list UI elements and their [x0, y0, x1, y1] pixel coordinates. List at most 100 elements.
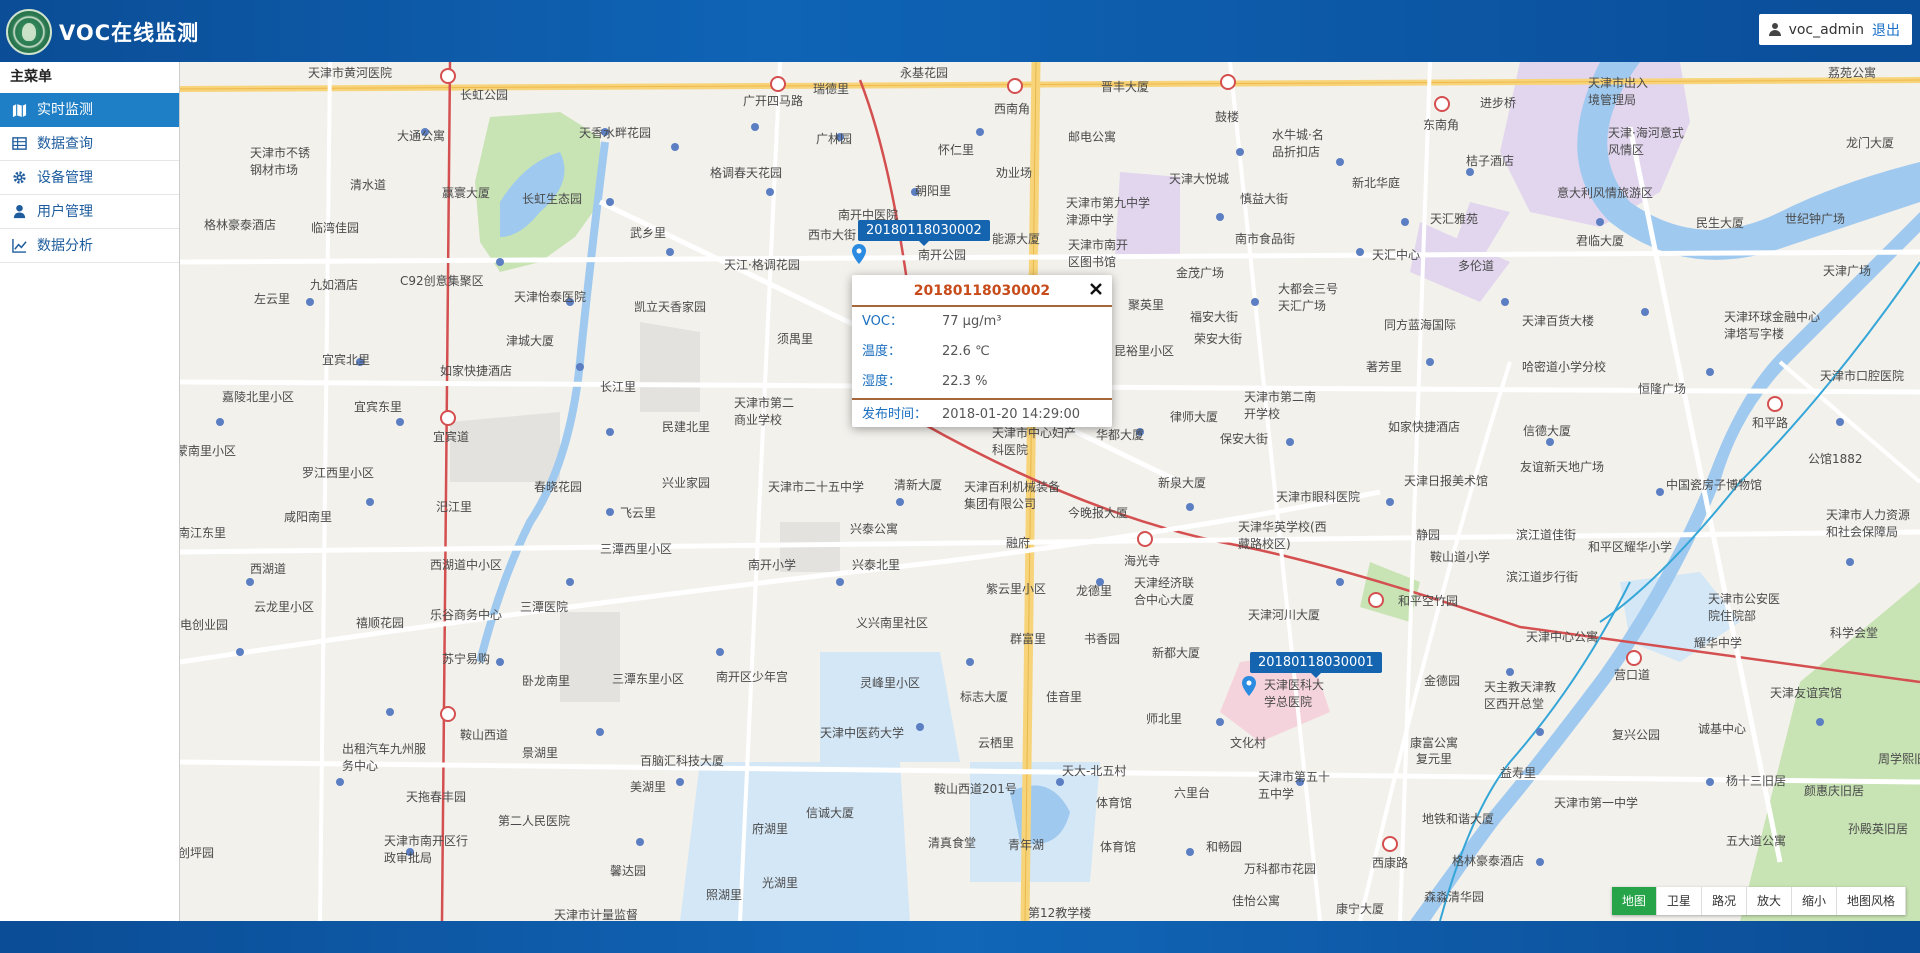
satellite-button[interactable]: 卫星	[1656, 887, 1702, 915]
map-label: 水牛城·名品折扣店	[1272, 128, 1324, 159]
map-label: 天津市黄河医院	[308, 66, 393, 80]
map-label: 中国瓷房子博物馆	[1666, 478, 1763, 492]
map-label: 三潭西里小区	[600, 542, 673, 556]
map-label: 万科都市花园	[1244, 862, 1317, 876]
map-label: 诚基中心	[1698, 722, 1747, 736]
device-marker-label[interactable]: 20180118030001	[1250, 652, 1382, 678]
map-label: 君临大厦	[1576, 234, 1625, 248]
map-label: 天津中心公寓	[1526, 630, 1599, 644]
map-label: 西康路	[1372, 856, 1409, 870]
map-label: 地铁和谐大厦	[1422, 812, 1495, 826]
sidebar-item-data-query[interactable]: 数据查询	[0, 127, 179, 161]
location-pin-icon[interactable]	[852, 244, 866, 264]
map-label: 金德园	[1424, 674, 1461, 688]
map-label: 怀仁里	[938, 143, 975, 157]
map-label: 义兴南里社区	[856, 616, 929, 630]
map-label: 和平路	[1752, 416, 1789, 430]
popup-row-publish-time: 发布时间： 2018-01-20 14:29:00	[852, 398, 1112, 428]
map-label: 慎益大街	[1240, 192, 1289, 206]
map-label: 兴业家园	[662, 476, 711, 490]
map-label: 天津市南开区行政审批局	[384, 834, 469, 865]
map-label: 天香水畔花园	[579, 126, 652, 140]
device-info-popup: 20180118030002 VOC： 77 μg/m³ 温度： 22.6 ℃ …	[852, 275, 1112, 427]
sidebar-item-data-analysis[interactable]: 数据分析	[0, 229, 179, 263]
map-label: 西湖道	[250, 562, 287, 576]
map-label: 鞍山道小学	[1430, 550, 1491, 564]
user-icon	[13, 204, 26, 219]
map-label: 鞍山西道201号	[934, 782, 1017, 796]
sidebar-item-user-management[interactable]: 用户管理	[0, 195, 179, 229]
close-icon[interactable]	[1088, 281, 1104, 297]
zoom-in-button[interactable]: 放大	[1746, 887, 1792, 915]
traffic-button[interactable]: 路况	[1701, 887, 1747, 915]
map-label: 苏宁易购	[442, 652, 491, 666]
map-label: 同方蓝海国际	[1384, 318, 1457, 332]
map-label: 南市食品街	[1235, 232, 1296, 246]
map-label: 天拖春丰园	[406, 790, 467, 804]
map-view[interactable]: 天津市黄河医院 长虹公园 广开四马路 瑞德里 永基花园 西南角 晋丰大厦 鼓楼 …	[180, 62, 1920, 921]
map-label: 大都会三号天汇广场	[1278, 282, 1339, 313]
sidebar-item-label: 用户管理	[37, 203, 93, 220]
map-label: 五大道公寓	[1726, 834, 1787, 848]
map-label: 格调春天花园	[710, 166, 783, 180]
map-label: 鼓楼	[1215, 110, 1240, 124]
zoom-out-button[interactable]: 缩小	[1791, 887, 1837, 915]
map-label: 天津市南开区图书馆	[1068, 238, 1129, 269]
map-label: 佳音里	[1046, 690, 1083, 704]
map-label: 罗江西里小区	[302, 466, 375, 480]
map-label: 景湖里	[522, 746, 559, 760]
map-label: 天津环球金融中心津塔写字楼	[1724, 310, 1821, 341]
map-label: 三潭医院	[520, 600, 569, 614]
map-label: 康富公寓	[1410, 736, 1459, 750]
map-label: 临湾佳园	[311, 221, 360, 235]
map-label: 静园	[1416, 528, 1441, 542]
map-label: 鞍山西道	[460, 728, 509, 742]
sidebar-item-device-management[interactable]: 设备管理	[0, 161, 179, 195]
map-label: 长江里	[600, 380, 637, 394]
map-label: 恒隆广场	[1638, 382, 1687, 396]
map-label: 福安大街	[1190, 310, 1239, 324]
map-label: 体育馆	[1096, 796, 1133, 810]
popup-row-voc: VOC： 77 μg/m³	[852, 307, 1112, 337]
popup-value: 22.6 ℃	[942, 344, 990, 359]
user-icon	[1768, 23, 1781, 36]
map-label: 新北华庭	[1352, 176, 1401, 190]
map-label: 乐谷商务中心	[430, 608, 503, 622]
location-pin-icon[interactable]	[1242, 676, 1256, 696]
table-icon	[12, 137, 27, 150]
map-label: 和平空竹园	[1398, 594, 1459, 608]
popup-value: 22.3 %	[942, 374, 988, 389]
map-label: 融府	[1006, 536, 1031, 550]
map-label: 天汇雅苑	[1430, 212, 1479, 226]
map-label: 天津市口腔医院	[1820, 369, 1905, 383]
map-icon	[12, 103, 27, 117]
map-label: 凯立天香家园	[634, 300, 707, 314]
map-label: 武乡里	[630, 226, 667, 240]
map-label: 天津市第二商业学校	[734, 396, 795, 427]
map-label: 格林豪泰酒店	[1452, 854, 1525, 868]
username: voc_admin	[1788, 21, 1864, 38]
map-label: 颜惠庆旧居	[1804, 784, 1865, 798]
map-label: 兴泰公寓	[850, 522, 899, 536]
map-label: 新都大厦	[1152, 646, 1201, 660]
map-label: 天津市出入境管理局	[1588, 76, 1649, 107]
device-marker-label[interactable]: 20180118030002	[858, 220, 990, 246]
map-label: 馨达园	[610, 864, 647, 878]
map-label: 体育馆	[1100, 840, 1137, 854]
map-label: 荔苑公寓	[1828, 66, 1877, 80]
map-label: 青年湖	[1008, 838, 1045, 852]
map-label: 南开小学	[748, 558, 797, 572]
map-label: 进步桥	[1480, 96, 1517, 110]
map-style-button[interactable]: 地图风格	[1836, 887, 1906, 915]
map-label: 公馆1882	[1808, 452, 1863, 466]
map-label: 复兴公园	[1612, 728, 1661, 742]
map-label: 天津百利机械装备集团有限公司	[964, 480, 1061, 511]
map-label: 晋丰大厦	[1101, 80, 1150, 94]
map-label: 桔子酒店	[1466, 154, 1515, 168]
map-type-button[interactable]: 地图	[1611, 887, 1657, 915]
map-label: 今晚报大厦	[1068, 506, 1129, 520]
logout-link[interactable]: 退出	[1872, 20, 1900, 40]
map-label: 第二人民医院	[498, 814, 571, 828]
sidebar-item-realtime-monitor[interactable]: 实时监测	[0, 93, 179, 127]
map-label: 府湖里	[752, 822, 789, 836]
